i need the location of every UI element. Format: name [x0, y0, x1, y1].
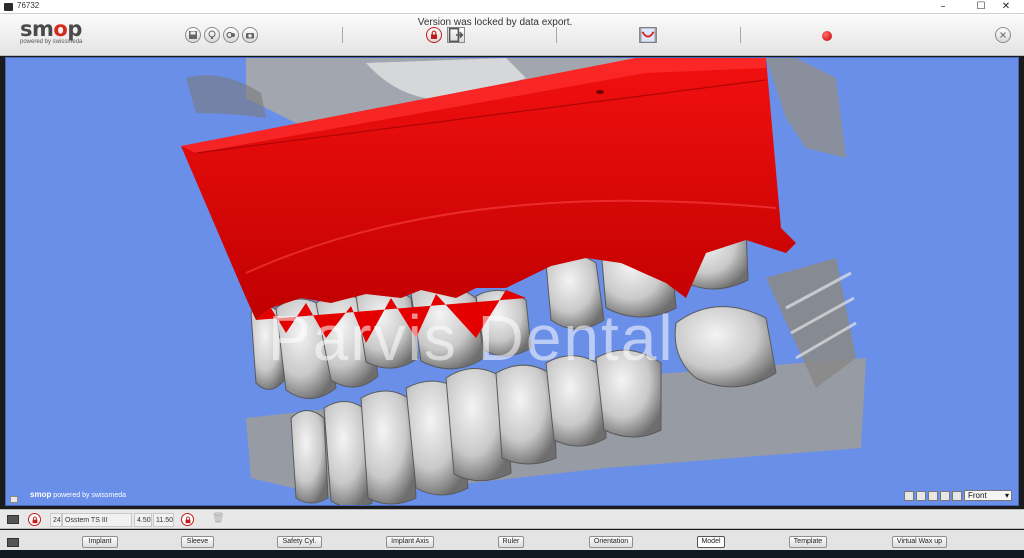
viewport-corner-icon[interactable]	[10, 496, 18, 503]
camera-button[interactable]	[242, 27, 258, 43]
orientation-button[interactable]: Orientation	[589, 536, 633, 548]
implant-length: 11.50	[153, 513, 174, 527]
app-icon	[4, 3, 13, 11]
trash-icon[interactable]: 🗑	[212, 513, 225, 526]
window-title: 76732	[17, 1, 40, 10]
implant-row-toggle[interactable]	[7, 515, 19, 524]
logo-subtitle: powered by swissmeda	[20, 39, 83, 45]
toolbar-separator	[342, 27, 343, 43]
3d-viewport[interactable]: Parvis Dental smop powered by swissmeda …	[5, 57, 1019, 506]
logo-text-start: sm	[20, 17, 54, 41]
close-window-button[interactable]: ✕	[993, 0, 1019, 14]
implant-button[interactable]: Implant	[82, 536, 118, 548]
logo-text-o: o	[53, 17, 68, 41]
safety-cyl-button[interactable]: Safety Cyl.	[277, 536, 322, 548]
arrow-left-icon[interactable]	[904, 490, 914, 501]
close-icon	[1000, 32, 1006, 38]
implant-lock-button-2[interactable]	[181, 513, 194, 526]
button-bar-toggle[interactable]	[7, 538, 19, 547]
implant-name: Osstem TS III Fixture	[62, 513, 132, 538]
view-options-icon[interactable]	[952, 490, 962, 501]
watermark-text: Parvis Dental	[268, 302, 675, 374]
main-toolbar: smop powered by swissmeda Version was lo…	[0, 14, 1024, 56]
virtual-wax-up-button[interactable]: Virtual Wax up	[892, 536, 947, 548]
viewport-brand: smop powered by swissmeda	[30, 490, 126, 499]
os-taskbar	[0, 550, 1024, 558]
export-icon	[448, 27, 464, 43]
toolbar-separator	[740, 27, 741, 43]
brand-suffix: powered by swissmeda	[53, 492, 127, 499]
lock-icon	[185, 516, 190, 523]
lightbulb-button[interactable]	[204, 27, 220, 43]
template-button[interactable]: Template	[789, 536, 827, 548]
grid-icon[interactable]	[940, 490, 950, 501]
camera-icon	[246, 33, 254, 39]
curve-view-icon	[640, 27, 656, 43]
lightbulb-icon	[208, 30, 216, 39]
lock-button[interactable]	[426, 27, 442, 43]
logo-text-end: p	[67, 17, 82, 41]
toolbar-separator	[556, 27, 557, 43]
save-icon	[189, 31, 197, 39]
export-button[interactable]	[447, 27, 465, 43]
close-view-button[interactable]	[995, 27, 1011, 43]
pointer-icon[interactable]	[928, 490, 938, 501]
lock-icon	[431, 30, 437, 39]
ruler-button[interactable]: Ruler	[498, 536, 524, 548]
view-mode-select[interactable]: Front	[964, 490, 1012, 501]
implant-row: 24 Osstem TS III Fixture 4.50 11.50 🗑	[0, 509, 1024, 538]
title-bar: 76732 – ☐ ✕	[0, 0, 1024, 14]
smop-logo: smop powered by swissmeda	[20, 18, 82, 45]
globe-icon[interactable]	[916, 490, 926, 501]
dental-3d-scene	[181, 58, 866, 505]
viewport-tools: Front	[904, 490, 1012, 501]
curve-view-button[interactable]	[639, 27, 657, 43]
implant-lock-button[interactable]	[28, 513, 41, 526]
record-icon[interactable]	[822, 31, 832, 41]
settings-button[interactable]	[223, 27, 239, 43]
sleeve-button[interactable]: Sleeve	[181, 536, 214, 548]
maximize-button[interactable]: ☐	[968, 0, 994, 14]
lock-icon	[32, 516, 37, 523]
settings-icon	[226, 31, 235, 39]
lock-status-message: Version was locked by data export.	[417, 17, 573, 28]
model-button[interactable]: Model	[697, 536, 725, 548]
implant-axis-button[interactable]: Implant Axis	[386, 536, 434, 548]
implant-diameter: 4.50	[134, 513, 152, 527]
brand-prefix: smop	[30, 490, 52, 499]
minimize-button[interactable]: –	[930, 0, 956, 14]
app-window: 76732 – ☐ ✕ smop powered by swissmeda Ve…	[0, 0, 1024, 558]
implant-position: 24	[50, 513, 62, 527]
save-button[interactable]	[185, 27, 201, 43]
